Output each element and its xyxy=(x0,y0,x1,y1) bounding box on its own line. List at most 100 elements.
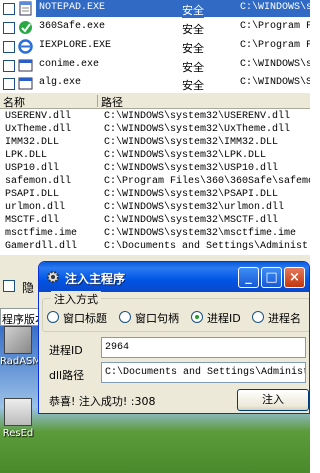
gear-icon xyxy=(47,271,59,283)
process-path: C:\Program Files\In xyxy=(240,40,310,51)
module-path: C:\Program Files\360\360Safe\safemon xyxy=(104,176,310,187)
process-row[interactable]: 360Safe.exe 安全 C:\Program Files\360 xyxy=(0,19,310,36)
module-name: msctfime.ime xyxy=(5,228,78,239)
process-status: 安全 xyxy=(182,2,204,18)
radio-label[interactable]: 进程ID xyxy=(207,310,241,326)
dialog-titlebar[interactable]: 注入主程序 _ □ × xyxy=(39,262,309,292)
dialog-title: 注入主程序 xyxy=(65,272,126,286)
process-row[interactable]: NOTEPAD.EXE 安全 C:\WINDOWS\system32 xyxy=(0,0,310,18)
module-name: LPK.DLL xyxy=(5,150,48,161)
process-status: 安全 xyxy=(182,79,204,92)
radio-label[interactable]: 进程名 xyxy=(268,310,301,326)
inject-mode-group: 注入方式 窗口标题 窗口句柄 进程ID 进程名 xyxy=(42,291,309,332)
module-list[interactable]: 名称 路径 USERENV.dll C:\WINDOWS\system32\USE… xyxy=(0,93,310,255)
module-path: C:\WINDOWS\system32\IMM32.DLL xyxy=(104,137,279,148)
module-name: UxTheme.dll xyxy=(5,124,72,135)
dll-path-label: dll路径 xyxy=(49,369,85,382)
module-path: C:\WINDOWS\system32\USP10.dll xyxy=(104,163,279,174)
process-status: 安全 xyxy=(182,42,204,55)
module-name: Gamerdll.dll xyxy=(5,241,78,252)
background-checkbox-label: 隐 xyxy=(22,281,35,295)
module-row[interactable]: safemon.dll C:\Program Files\360\360Safe\… xyxy=(0,176,310,188)
process-name: IEXPLORE.EXE xyxy=(39,40,112,51)
radio-process-id[interactable] xyxy=(191,311,203,323)
module-row[interactable]: msctfime.ime C:\WINDOWS\system32\msctfime… xyxy=(0,228,310,240)
process-path: C:\WINDOWS\system32 xyxy=(240,2,310,13)
module-name: IMM32.DLL xyxy=(5,137,60,148)
module-name: MSCTF.dll xyxy=(5,215,60,226)
process-row[interactable]: IEXPLORE.EXE 安全 C:\Program Files\In xyxy=(0,38,310,55)
desktop-icon-radasm[interactable]: RadASM xyxy=(0,326,42,367)
module-row[interactable]: MSCTF.dll C:\WINDOWS\system32\MSCTF.dll xyxy=(0,215,310,227)
module-row[interactable]: IMM32.DLL C:\WINDOWS\system32\IMM32.DLL xyxy=(0,137,310,149)
process-row[interactable]: conime.exe 安全 C:\WINDOWS\system32 xyxy=(0,57,310,74)
module-row[interactable]: UxTheme.dll C:\WINDOWS\system32\UxTheme.d… xyxy=(0,124,310,136)
module-row[interactable]: USERENV.dll C:\WINDOWS\system32\USERENV.d… xyxy=(0,111,310,123)
column-divider[interactable] xyxy=(97,95,98,107)
module-name: urlmon.dll xyxy=(5,202,66,213)
module-row[interactable]: urlmon.dll C:\WINDOWS\system32\urlmon.dll xyxy=(0,202,310,214)
tab-program-version[interactable]: 程序版本 xyxy=(0,308,40,326)
process-path: C:\WINDOWS\system32 xyxy=(240,59,310,70)
process-checkbox[interactable] xyxy=(3,78,15,90)
process-name: alg.exe xyxy=(39,77,82,88)
maximize-button[interactable]: □ xyxy=(261,267,282,288)
360safe-icon xyxy=(19,21,32,34)
process-path: C:\WINDOWS\System32 xyxy=(240,77,310,88)
process-status: 安全 xyxy=(182,61,204,74)
module-name: safemon.dll xyxy=(5,176,72,187)
process-status: 安全 xyxy=(182,23,204,36)
inject-button[interactable]: 注入 xyxy=(237,389,309,411)
desktop-icon-label: RadASM xyxy=(0,356,42,367)
radasm-icon xyxy=(4,326,32,354)
desktop-icon-resed[interactable]: ResEd xyxy=(0,398,36,439)
app-icon xyxy=(18,77,33,90)
inject-dialog: 注入主程序 _ □ × 注入方式 窗口标题 窗口句柄 进程ID 进程名 进程ID… xyxy=(38,261,310,414)
process-name: NOTEPAD.EXE xyxy=(37,2,108,13)
module-row[interactable]: Gamerdll.dll C:\Documents and Settings\Ad… xyxy=(0,241,310,253)
module-name: USERENV.dll xyxy=(5,111,72,122)
module-list-header: 名称 路径 xyxy=(0,93,310,109)
process-path: C:\Program Files\360 xyxy=(240,21,310,32)
ie-icon xyxy=(18,39,33,54)
process-list[interactable]: NOTEPAD.EXE 安全 C:\WINDOWS\system32 360Sa… xyxy=(0,0,310,93)
status-message: 恭喜! 注入成功! :308 xyxy=(49,395,156,408)
inject-mode-title: 注入方式 xyxy=(51,291,101,307)
desktop-icon-label: ResEd xyxy=(2,428,34,439)
module-path: C:\WINDOWS\system32\urlmon.dll xyxy=(104,202,285,213)
module-name: PSAPI.DLL xyxy=(5,189,60,200)
process-checkbox[interactable] xyxy=(3,41,15,53)
process-checkbox[interactable] xyxy=(3,60,15,72)
resed-icon xyxy=(4,398,32,426)
pid-input[interactable]: 2964 xyxy=(101,337,306,358)
module-path: C:\WINDOWS\system32\PSAPI.DLL xyxy=(104,189,279,200)
process-name: 360Safe.exe xyxy=(39,21,106,32)
module-row[interactable]: USP10.dll C:\WINDOWS\system32\USP10.dll xyxy=(0,163,310,175)
module-path: C:\WINDOWS\system32\MSCTF.dll xyxy=(104,215,279,226)
column-header-path[interactable]: 路径 xyxy=(101,94,123,110)
process-checkbox[interactable] xyxy=(3,22,15,34)
module-row[interactable]: PSAPI.DLL C:\WINDOWS\system32\PSAPI.DLL xyxy=(0,189,310,201)
process-name: conime.exe xyxy=(39,59,100,70)
module-path: C:\WINDOWS\system32\UxTheme.dll xyxy=(104,124,291,135)
notepad-icon xyxy=(19,1,32,16)
pid-label: 进程ID xyxy=(49,344,83,357)
radio-label[interactable]: 窗口标题 xyxy=(63,310,107,326)
module-path: C:\WINDOWS\system32\LPK.DLL xyxy=(104,150,267,161)
module-name: USP10.dll xyxy=(5,163,60,174)
module-path: C:\Documents and Settings\Administ xyxy=(104,241,309,252)
close-button[interactable]: × xyxy=(284,267,305,288)
module-row[interactable]: LPK.DLL C:\WINDOWS\system32\LPK.DLL xyxy=(0,150,310,162)
process-row[interactable]: alg.exe 安全 C:\WINDOWS\System32 xyxy=(0,75,310,92)
radio-label[interactable]: 窗口句柄 xyxy=(135,310,179,326)
app-icon xyxy=(18,59,33,72)
column-header-name[interactable]: 名称 xyxy=(3,94,25,110)
radio-window-title[interactable] xyxy=(47,311,59,323)
radio-window-handle[interactable] xyxy=(119,311,131,323)
module-path: C:\WINDOWS\system32\USERENV.dll xyxy=(104,111,291,122)
radio-process-name[interactable] xyxy=(252,311,264,323)
process-checkbox[interactable] xyxy=(3,3,15,15)
dll-path-input[interactable]: C:\Documents and Settings\Administ xyxy=(101,362,306,383)
background-checkbox[interactable] xyxy=(3,280,15,292)
minimize-button[interactable]: _ xyxy=(238,267,259,288)
